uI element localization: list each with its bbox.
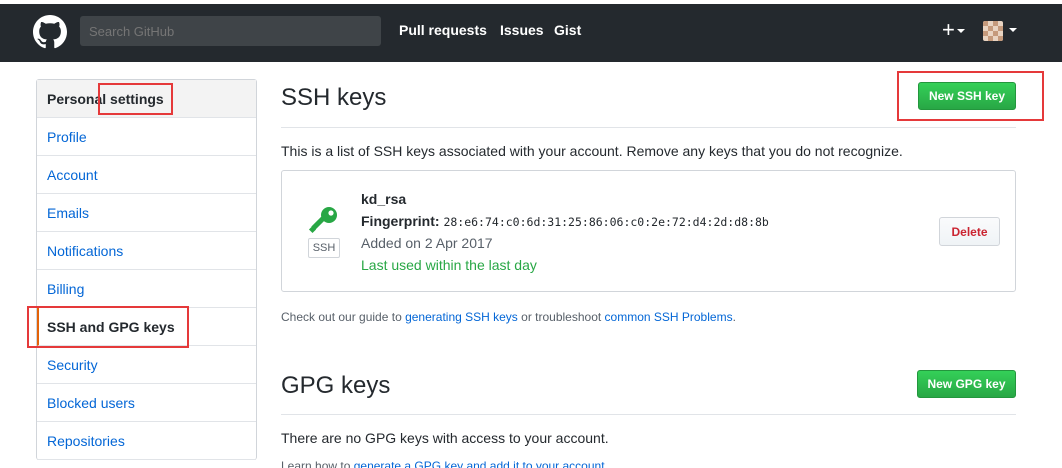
avatar-chevron-down-icon[interactable] <box>1009 28 1017 32</box>
ssh-description: This is a list of SSH keys associated wi… <box>281 143 903 159</box>
fingerprint-value: 28:e6:74:c0:6d:31:25:86:06:c0:2e:72:d4:2… <box>443 215 769 229</box>
guide-prefix: Check out our guide to <box>281 310 406 324</box>
guide-middle: or troubleshoot <box>517 310 605 324</box>
sidebar-item-account[interactable]: Account <box>37 156 256 194</box>
ssh-guide-text: Check out our guide to generating SSH ke… <box>281 310 736 324</box>
ssh-heading-divider <box>281 127 1016 128</box>
nav-issues[interactable]: Issues <box>500 22 544 38</box>
key-fingerprint: Fingerprint: 28:e6:74:c0:6d:31:25:86:06:… <box>361 213 769 229</box>
sidebar-item-blocked-users[interactable]: Blocked users <box>37 384 256 422</box>
key-added-date: Added on 2 Apr 2017 <box>361 235 493 251</box>
ssh-key-card: SSH kd_rsa Fingerprint: 28:e6:74:c0:6d:3… <box>281 170 1016 292</box>
sidebar-item-billing[interactable]: Billing <box>37 270 256 308</box>
no-gpg-keys-text: There are no GPG keys with access to you… <box>281 430 609 446</box>
fingerprint-label: Fingerprint: <box>361 213 440 229</box>
sidebar-item-security[interactable]: Security <box>37 346 256 384</box>
annotation-box-ssh-gpg-keys <box>27 306 189 348</box>
sidebar-item-profile[interactable]: Profile <box>37 118 256 156</box>
gpg-keys-heading: GPG keys <box>281 372 391 399</box>
learn-prefix: Learn how to <box>281 459 354 468</box>
delete-key-button[interactable]: Delete <box>939 217 1000 246</box>
gpg-heading-divider <box>281 414 1016 415</box>
key-last-used: Last used within the last day <box>361 257 537 273</box>
top-header: Pull requests Issues Gist + <box>0 0 1062 62</box>
generating-ssh-keys-link[interactable]: generating SSH keys <box>405 310 518 324</box>
sidebar-item-repositories[interactable]: Repositories <box>37 422 256 460</box>
search-input[interactable] <box>80 16 381 46</box>
ssh-keys-heading: SSH keys <box>281 84 387 111</box>
chevron-down-icon <box>956 29 965 34</box>
learn-suffix: . <box>604 459 608 468</box>
new-gpg-key-button[interactable]: New GPG key <box>917 370 1016 398</box>
settings-sidebar: Personal settings Profile Account Emails… <box>36 79 257 460</box>
avatar[interactable] <box>983 21 1003 41</box>
sidebar-item-notifications[interactable]: Notifications <box>37 232 256 270</box>
key-title: kd_rsa <box>361 191 407 207</box>
plus-icon: + <box>942 17 955 42</box>
gpg-learn-text: Learn how to generate a GPG key and add … <box>281 459 608 468</box>
ssh-type-badge: SSH <box>308 238 340 258</box>
avatar-image <box>983 21 1003 41</box>
window-top-edge <box>0 0 1062 4</box>
generate-gpg-key-link[interactable]: generate a GPG key and add it to your ac… <box>354 459 605 468</box>
create-new-menu[interactable]: + <box>942 18 965 42</box>
key-icon <box>308 207 337 234</box>
annotation-box-settings <box>98 83 173 115</box>
common-ssh-problems-link[interactable]: common SSH Problems <box>605 310 733 324</box>
nav-gist[interactable]: Gist <box>554 22 581 38</box>
nav-pull-requests[interactable]: Pull requests <box>399 22 487 38</box>
github-logo-icon[interactable] <box>33 15 67 49</box>
annotation-box-new-ssh-key <box>897 71 1044 121</box>
guide-suffix: . <box>732 310 736 324</box>
sidebar-item-emails[interactable]: Emails <box>37 194 256 232</box>
